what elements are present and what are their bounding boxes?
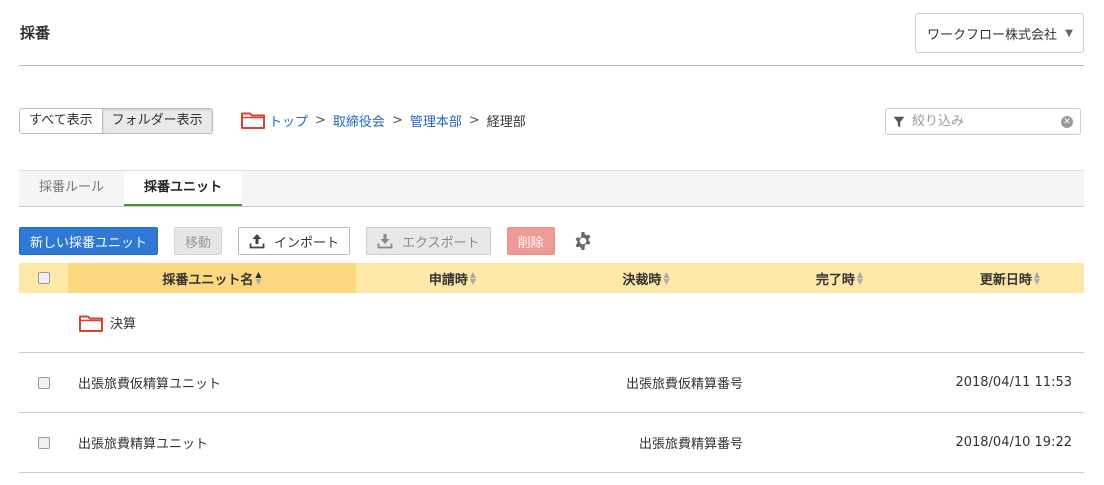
column-header-label: 採番ユニット名 (162, 272, 254, 288)
folder-icon (79, 315, 103, 332)
page-title: 採番 (20, 24, 51, 42)
sort-icon: ▲ ▼ (663, 270, 670, 286)
table-row[interactable]: 出張旅費精算ユニット 出張旅費精算番号 2018/04/10 19:22 (19, 413, 1084, 473)
move-button[interactable]: 移動 (174, 227, 223, 255)
import-button-label: インポート (274, 235, 340, 251)
view-folder-button[interactable]: フォルダー表示 (101, 109, 212, 133)
download-icon (377, 234, 393, 249)
filter-icon (893, 116, 905, 127)
unit-name[interactable]: 出張旅費精算ユニット (68, 433, 356, 452)
folder-row[interactable]: 決算 (19, 293, 1084, 353)
tab-numbering-rules[interactable]: 採番ルール (19, 171, 124, 206)
updated-datetime: 2018/04/11 11:53 (955, 375, 1072, 390)
table-header: 採番ユニット名 ▲ ▼ 申請時 ▲ ▼ 決裁時 ▲ ▼ 完了時 ▲ ▼ 更新日時 ▲ ▼ (19, 263, 1084, 293)
breadcrumb-separator: > (468, 112, 480, 128)
company-select[interactable]: ワークフロー株式会社 ▼ (915, 13, 1084, 53)
row-checkbox-cell (19, 376, 68, 389)
view-toggle: すべて表示 フォルダー表示 (19, 108, 213, 134)
gear-icon[interactable] (573, 231, 593, 251)
sort-icon: ▲ ▼ (255, 270, 262, 286)
unit-table: 採番ユニット名 ▲ ▼ 申請時 ▲ ▼ 決裁時 ▲ ▼ 完了時 ▲ ▼ 更新日時 ▲ ▼ … (19, 263, 1084, 473)
sort-icon: ▲ ▼ (1033, 270, 1041, 286)
unit-name[interactable]: 出張旅費仮精算ユニット (68, 373, 356, 392)
breadcrumb-link-board[interactable]: 取締役会 (333, 111, 385, 130)
column-header-approval[interactable]: 決裁時 ▲ ▼ (549, 263, 743, 293)
breadcrumb-link-top[interactable]: トップ (269, 111, 308, 130)
filter-input[interactable] (912, 114, 1061, 129)
move-button-label: 移動 (185, 235, 212, 251)
column-header-updated[interactable]: 更新日時 ▲ ▼ (936, 263, 1084, 293)
row-checkbox-cell (19, 436, 68, 449)
sort-icon: ▲ ▼ (469, 270, 477, 286)
select-all-checkbox[interactable] (37, 272, 50, 284)
sort-icon: ▲ ▼ (856, 270, 864, 286)
column-header-label: 決裁時 (622, 272, 662, 288)
upload-icon (249, 234, 265, 249)
delete-button[interactable]: 削除 (506, 227, 555, 255)
select-all-cell (19, 263, 68, 293)
new-unit-button[interactable]: 新しい採番ユニット (19, 227, 159, 255)
company-select-value: ワークフロー株式会社 (927, 27, 1058, 43)
table-row[interactable]: 出張旅費仮精算ユニット 出張旅費仮精算番号 2018/04/11 11:53 (19, 353, 1084, 413)
approval-number: 出張旅費精算番号 (638, 437, 743, 452)
breadcrumb-separator: > (315, 112, 326, 128)
column-header-completion[interactable]: 完了時 ▲ ▼ (743, 263, 936, 293)
column-header-request[interactable]: 申請時 ▲ ▼ (356, 263, 549, 293)
breadcrumb-link-management[interactable]: 管理本部 (410, 111, 462, 130)
header-divider (19, 65, 1084, 66)
folder-name-cell: 決算 (68, 313, 136, 332)
clear-icon[interactable]: ✕ (1061, 115, 1073, 128)
column-header-name[interactable]: 採番ユニット名 ▲ ▼ (68, 263, 356, 293)
tab-bar: 採番ルール 採番ユニット (19, 170, 1084, 207)
breadcrumb-separator: > (391, 112, 403, 128)
approval-number: 出張旅費仮精算番号 (625, 377, 743, 392)
row-checkbox[interactable] (37, 436, 50, 449)
breadcrumb-current: 経理部 (486, 114, 526, 130)
export-button-label: エクスポート (402, 235, 480, 251)
import-button[interactable]: インポート (238, 227, 351, 255)
chevron-down-icon: ▼ (1065, 27, 1073, 39)
filter-box: ✕ (885, 108, 1081, 135)
updated-datetime: 2018/04/10 19:22 (955, 435, 1072, 450)
view-all-button[interactable]: すべて表示 (20, 109, 102, 133)
export-button[interactable]: エクスポート (366, 227, 491, 255)
tab-numbering-units[interactable]: 採番ユニット (124, 171, 243, 206)
column-header-label: 申請時 (428, 272, 468, 288)
delete-button-label: 削除 (517, 235, 544, 251)
column-header-label: 完了時 (815, 272, 855, 288)
toolbar: 新しい採番ユニット 移動 インポート エクスポート 削除 (19, 227, 593, 255)
row-checkbox[interactable] (37, 376, 50, 389)
breadcrumb: トップ > 取締役会 > 管理本部 > 経理部 (241, 109, 526, 131)
column-header-label: 更新日時 (979, 272, 1032, 288)
folder-name: 決算 (110, 317, 137, 332)
folder-icon (241, 112, 265, 129)
